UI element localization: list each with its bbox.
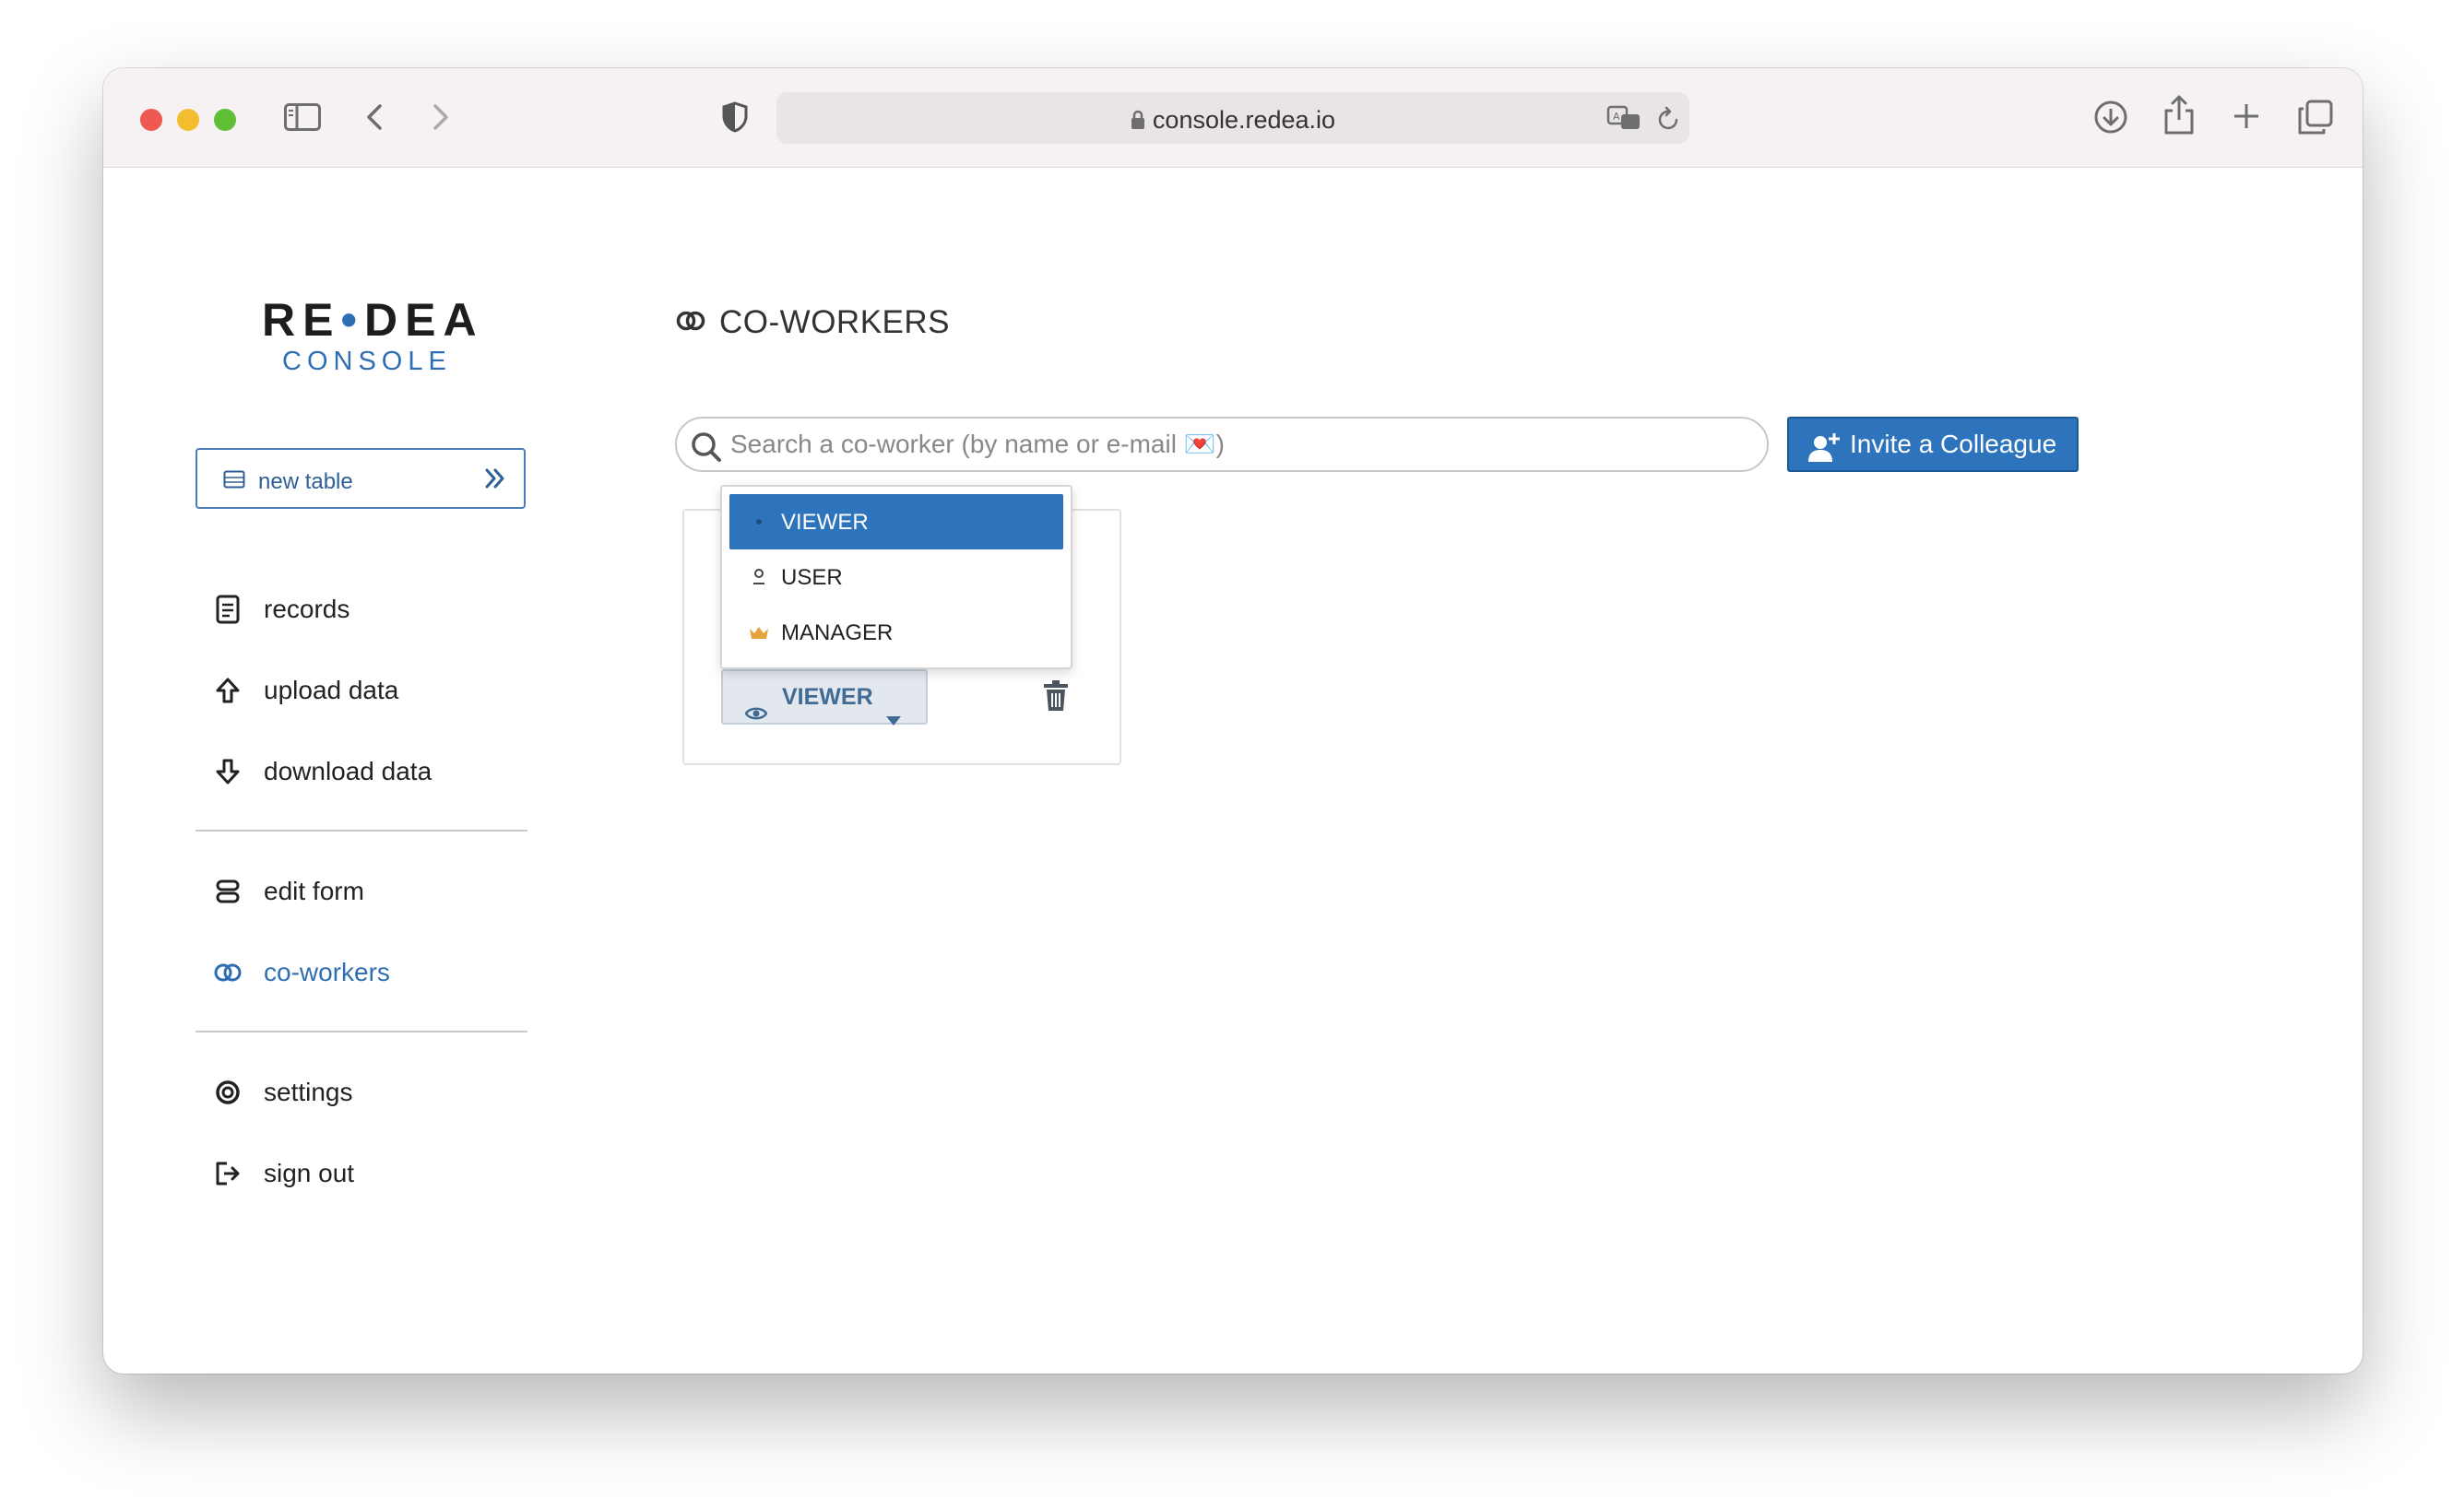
page-title: CO-WORKERS xyxy=(719,304,950,340)
role-option-viewer[interactable]: VIEWER xyxy=(729,494,1063,549)
form-icon xyxy=(212,876,243,907)
document-icon xyxy=(212,594,243,625)
rings-icon xyxy=(212,957,243,988)
invite-label: Invite a Colleague xyxy=(1850,430,2057,458)
new-tab-icon[interactable] xyxy=(2232,101,2261,136)
search-placeholder: Search a co-worker (by name or e-mail 💌) xyxy=(730,430,1225,458)
reload-icon[interactable] xyxy=(1656,105,1682,137)
double-chevron-right-icon xyxy=(483,466,507,495)
sidebar-item-download-data[interactable]: download data xyxy=(212,749,432,795)
add-user-icon xyxy=(1807,430,1841,481)
back-icon[interactable] xyxy=(365,103,384,136)
trash-icon[interactable] xyxy=(1042,680,1070,716)
arrow-down-icon xyxy=(212,756,243,787)
arrow-up-icon xyxy=(212,675,243,706)
role-dropdown-button[interactable]: VIEWER xyxy=(721,669,928,726)
dot-icon xyxy=(748,511,770,533)
role-option-user[interactable]: USER xyxy=(729,549,1063,605)
url-text: console.redea.io xyxy=(1152,106,1336,134)
eye-icon xyxy=(744,689,768,740)
caret-down-icon xyxy=(885,693,902,745)
svg-text:A: A xyxy=(1613,111,1620,123)
forward-icon[interactable] xyxy=(432,103,450,136)
sign-out-icon xyxy=(212,1158,243,1189)
rings-icon xyxy=(675,310,706,336)
new-table-button[interactable]: new table xyxy=(195,448,526,509)
user-icon xyxy=(748,566,770,588)
share-icon[interactable] xyxy=(2163,94,2195,139)
browser-window: console.redea.io A RE•DEA CONSOLE new ta… xyxy=(103,68,2363,1374)
downloads-icon[interactable] xyxy=(2093,100,2128,139)
sidebar-item-sign-out[interactable]: sign out xyxy=(212,1150,354,1197)
crown-icon xyxy=(748,621,770,643)
minimize-window-button[interactable] xyxy=(177,109,199,131)
table-icon xyxy=(223,470,245,493)
sidebar-item-upload-data[interactable]: upload data xyxy=(212,667,398,714)
close-window-button[interactable] xyxy=(140,109,162,131)
sidebar-item-co-workers[interactable]: co-workers xyxy=(212,950,390,996)
sidebar-divider xyxy=(195,1031,527,1032)
translate-icon[interactable]: A xyxy=(1606,103,1643,137)
zoom-window-button[interactable] xyxy=(214,109,236,131)
role-option-manager[interactable]: MANAGER xyxy=(729,605,1063,660)
invite-colleague-button[interactable]: Invite a Colleague xyxy=(1787,417,2079,472)
brand-subtitle: CONSOLE xyxy=(282,347,452,376)
privacy-shield-icon[interactable] xyxy=(721,101,749,137)
tab-overview-icon[interactable] xyxy=(2298,100,2333,139)
sidebar-item-records[interactable]: records xyxy=(212,586,349,632)
browser-toolbar: console.redea.io A xyxy=(103,68,2363,168)
role-current-label: VIEWER xyxy=(782,684,873,710)
sidebar-item-edit-form[interactable]: edit form xyxy=(212,868,364,914)
search-icon xyxy=(690,430,723,481)
search-input[interactable]: Search a co-worker (by name or e-mail 💌) xyxy=(675,417,1769,472)
brand-logo: RE•DEA xyxy=(262,294,484,346)
sidebar-item-settings[interactable]: settings xyxy=(212,1069,353,1115)
sidebar-toggle-icon[interactable] xyxy=(284,103,321,136)
settings-icon xyxy=(212,1077,243,1108)
new-table-label: new table xyxy=(258,469,353,494)
role-dropdown-menu: VIEWER USER MANAGER xyxy=(720,485,1072,669)
address-bar[interactable]: console.redea.io A xyxy=(776,92,1689,144)
lock-icon xyxy=(1131,108,1145,136)
sidebar-divider xyxy=(195,830,527,832)
